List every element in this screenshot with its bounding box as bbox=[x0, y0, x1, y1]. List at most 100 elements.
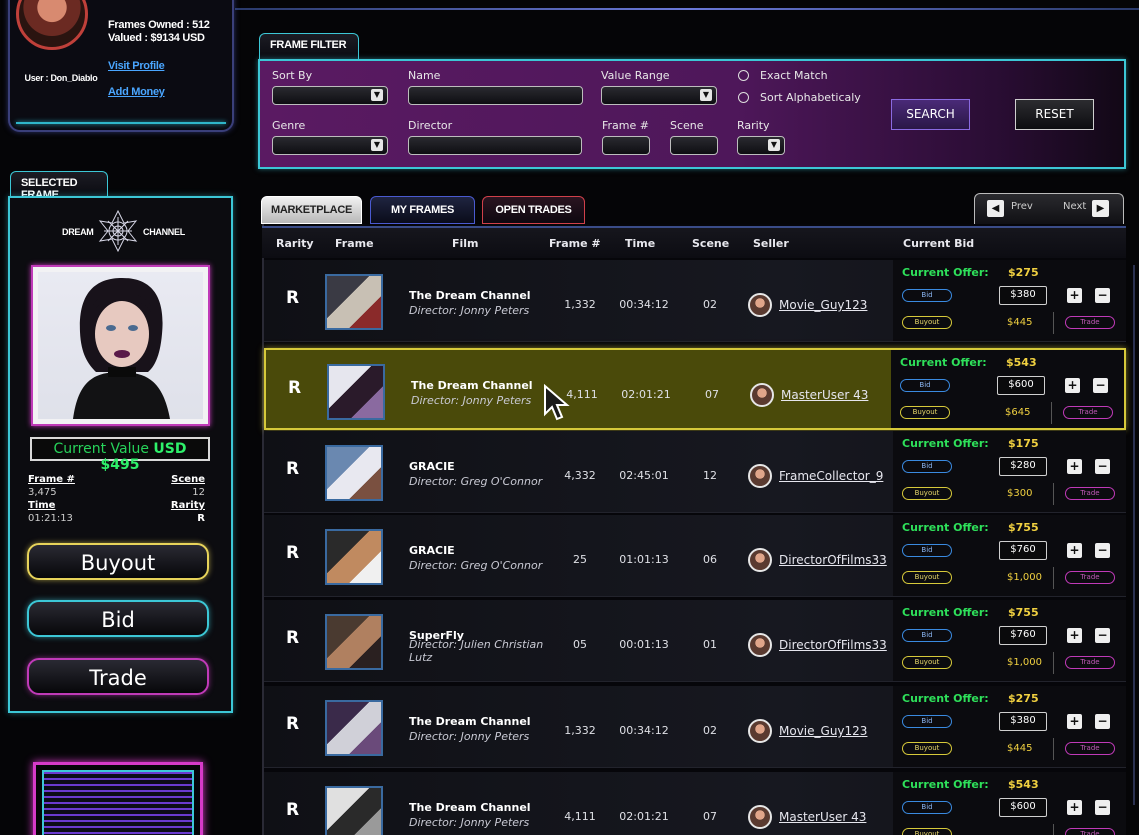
buyout-pill-button[interactable]: Buyout bbox=[900, 406, 950, 419]
current-offer-amount: $543 bbox=[1008, 778, 1039, 791]
tab-marketplace[interactable]: MARKETPLACE bbox=[261, 196, 362, 224]
trade-pill-button[interactable]: Trade bbox=[1065, 316, 1115, 329]
table-row[interactable]: R GRACIE Director: Greg O'Connor 25 01:0… bbox=[264, 515, 1126, 597]
seller-avatar[interactable] bbox=[748, 805, 772, 829]
seller-avatar[interactable] bbox=[748, 293, 772, 317]
frame-thumbnail[interactable] bbox=[325, 786, 383, 835]
bid-pill-button[interactable]: Bid bbox=[902, 629, 952, 642]
seller-link[interactable]: FrameCollector_9 bbox=[779, 469, 883, 483]
trade-pill-button[interactable]: Trade bbox=[1065, 656, 1115, 669]
decrease-bid-button[interactable]: − bbox=[1095, 714, 1110, 729]
buyout-pill-button[interactable]: Buyout bbox=[902, 316, 952, 329]
prev-arrow-icon[interactable]: ◀ bbox=[987, 200, 1004, 217]
increase-bid-button[interactable]: + bbox=[1067, 800, 1082, 815]
increase-bid-button[interactable]: + bbox=[1065, 378, 1080, 393]
decrease-bid-button[interactable]: − bbox=[1095, 628, 1110, 643]
tab-my-frames[interactable]: MY FRAMES bbox=[370, 196, 475, 224]
decrease-bid-button[interactable]: − bbox=[1095, 543, 1110, 558]
trade-button[interactable]: Trade bbox=[27, 658, 209, 695]
buyout-pill-button[interactable]: Buyout bbox=[902, 828, 952, 835]
seller-avatar[interactable] bbox=[748, 719, 772, 743]
rarity-cell: R bbox=[286, 628, 300, 648]
table-header: Rarity Frame Film Frame # Time Scene Sel… bbox=[262, 226, 1126, 258]
bid-amount-input[interactable]: $380 bbox=[999, 712, 1047, 731]
increase-bid-button[interactable]: + bbox=[1067, 288, 1082, 303]
table-row[interactable]: R The Dream Channel Director: Jonny Pete… bbox=[264, 348, 1126, 430]
prev-label[interactable]: Prev bbox=[1011, 201, 1033, 212]
bid-pill-button[interactable]: Bid bbox=[902, 715, 952, 728]
director-input[interactable] bbox=[408, 136, 582, 155]
decrease-bid-button[interactable]: − bbox=[1095, 288, 1110, 303]
reset-button[interactable]: RESET bbox=[1015, 99, 1094, 130]
frame-thumbnail[interactable] bbox=[325, 274, 383, 330]
sort-by-select[interactable]: ▼ bbox=[272, 86, 388, 105]
scene-input[interactable] bbox=[670, 136, 718, 155]
trade-pill-button[interactable]: Trade bbox=[1065, 487, 1115, 500]
table-row[interactable]: R The Dream Channel Director: Jonny Pete… bbox=[264, 772, 1126, 835]
seller-avatar[interactable] bbox=[750, 383, 774, 407]
seller-avatar[interactable] bbox=[748, 633, 772, 657]
frame-thumbnail[interactable] bbox=[325, 445, 383, 501]
buyout-pill-button[interactable]: Buyout bbox=[902, 487, 952, 500]
bid-pill-button[interactable]: Bid bbox=[900, 379, 950, 392]
rarity-select[interactable]: ▼ bbox=[737, 136, 785, 155]
scrollbar[interactable] bbox=[1133, 265, 1135, 805]
bid-pill-button[interactable]: Bid bbox=[902, 460, 952, 473]
seller-avatar[interactable] bbox=[748, 464, 772, 488]
seller-link[interactable]: Movie_Guy123 bbox=[779, 298, 867, 312]
increase-bid-button[interactable]: + bbox=[1067, 459, 1082, 474]
table-row[interactable]: R SuperFly Director: Julien Christian Lu… bbox=[264, 600, 1126, 682]
frame-number-label: Frame # bbox=[28, 474, 75, 485]
seller-link[interactable]: MasterUser 43 bbox=[781, 388, 868, 402]
buyout-pill-button[interactable]: Buyout bbox=[902, 656, 952, 669]
name-input[interactable] bbox=[408, 86, 583, 105]
buyout-pill-button[interactable]: Buyout bbox=[902, 742, 952, 755]
table-row[interactable]: R The Dream Channel Director: Jonny Pete… bbox=[264, 260, 1126, 342]
genre-select[interactable]: ▼ bbox=[272, 136, 388, 155]
visit-profile-link[interactable]: Visit Profile bbox=[108, 60, 165, 72]
frame-thumbnail[interactable] bbox=[327, 364, 385, 420]
exact-match-radio[interactable] bbox=[738, 70, 749, 81]
increase-bid-button[interactable]: + bbox=[1067, 714, 1082, 729]
decrease-bid-button[interactable]: − bbox=[1093, 378, 1108, 393]
table-row[interactable]: R GRACIE Director: Greg O'Connor 4,332 0… bbox=[264, 431, 1126, 513]
seller-link[interactable]: DirectorOfFilms33 bbox=[779, 553, 887, 567]
seller-link[interactable]: DirectorOfFilms33 bbox=[779, 638, 887, 652]
buyout-pill-button[interactable]: Buyout bbox=[902, 571, 952, 584]
frame-thumbnail[interactable] bbox=[325, 529, 383, 585]
seller-link[interactable]: MasterUser 43 bbox=[779, 810, 866, 824]
bid-amount-input[interactable]: $380 bbox=[999, 286, 1047, 305]
next-label[interactable]: Next bbox=[1063, 201, 1086, 212]
value-range-select[interactable]: ▼ bbox=[601, 86, 717, 105]
increase-bid-button[interactable]: + bbox=[1067, 543, 1082, 558]
add-money-link[interactable]: Add Money bbox=[108, 86, 165, 98]
table-row[interactable]: R The Dream Channel Director: Jonny Pete… bbox=[264, 686, 1126, 768]
bid-pill-button[interactable]: Bid bbox=[902, 544, 952, 557]
bid-pill-button[interactable]: Bid bbox=[902, 801, 952, 814]
buyout-button[interactable]: Buyout bbox=[27, 543, 209, 580]
decrease-bid-button[interactable]: − bbox=[1095, 800, 1110, 815]
frame-thumbnail[interactable] bbox=[325, 614, 383, 670]
sort-alpha-radio[interactable] bbox=[738, 92, 749, 103]
frame-number-input[interactable] bbox=[602, 136, 650, 155]
bid-amount-input[interactable]: $600 bbox=[999, 798, 1047, 817]
seller-avatar[interactable] bbox=[748, 548, 772, 572]
search-button[interactable]: SEARCH bbox=[891, 99, 970, 130]
frame-thumbnail[interactable] bbox=[325, 700, 383, 756]
next-arrow-icon[interactable]: ▶ bbox=[1092, 200, 1109, 217]
current-bid-panel: Current Offer: $275 Bid $380 + − Buyout … bbox=[893, 686, 1126, 767]
bid-amount-input[interactable]: $760 bbox=[999, 541, 1047, 560]
bid-button[interactable]: Bid bbox=[27, 600, 209, 637]
tab-open-trades[interactable]: OPEN TRADES bbox=[482, 196, 585, 224]
trade-pill-button[interactable]: Trade bbox=[1065, 571, 1115, 584]
trade-pill-button[interactable]: Trade bbox=[1063, 406, 1113, 419]
increase-bid-button[interactable]: + bbox=[1067, 628, 1082, 643]
decrease-bid-button[interactable]: − bbox=[1095, 459, 1110, 474]
trade-pill-button[interactable]: Trade bbox=[1065, 742, 1115, 755]
bid-amount-input[interactable]: $280 bbox=[999, 457, 1047, 476]
seller-link[interactable]: Movie_Guy123 bbox=[779, 724, 867, 738]
bid-amount-input[interactable]: $600 bbox=[997, 376, 1045, 395]
bid-amount-input[interactable]: $760 bbox=[999, 626, 1047, 645]
bid-pill-button[interactable]: Bid bbox=[902, 289, 952, 302]
trade-pill-button[interactable]: Trade bbox=[1065, 828, 1115, 835]
